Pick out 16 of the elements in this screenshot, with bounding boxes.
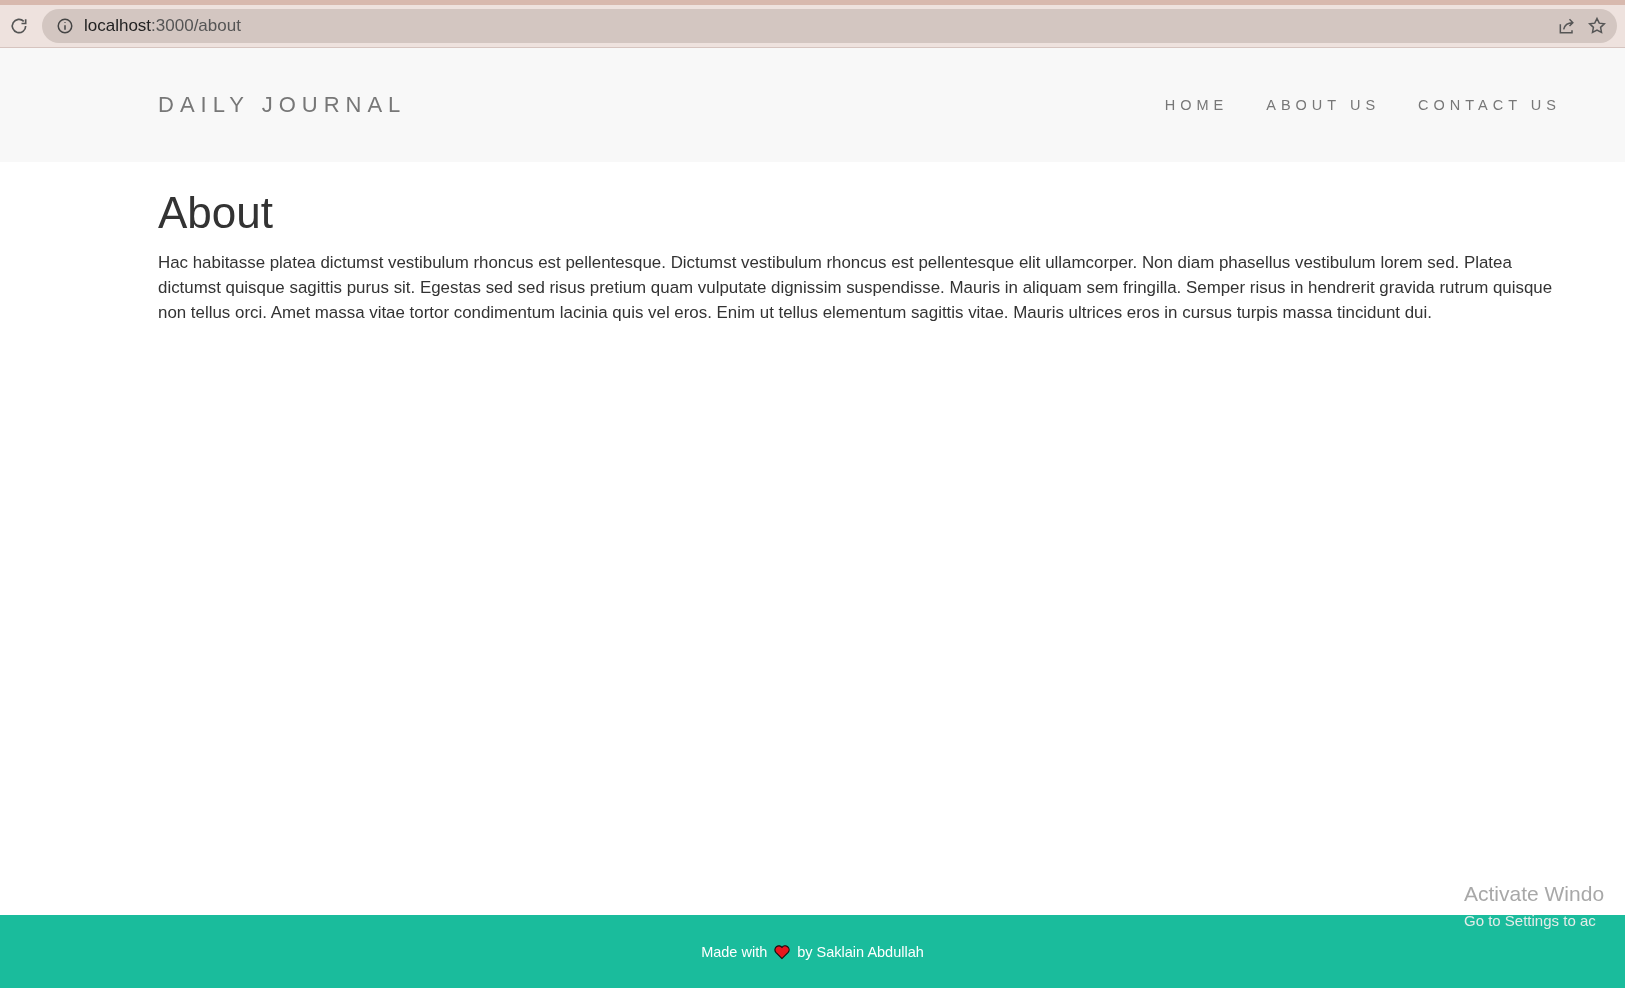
nav-link[interactable]: CONTACT US bbox=[1418, 97, 1561, 113]
footer-text: by Saklain Abdullah bbox=[797, 943, 924, 960]
activation-subtitle: Go to Settings to ac bbox=[1464, 912, 1597, 929]
heart-icon bbox=[773, 943, 792, 960]
nav-link[interactable]: HOME bbox=[1164, 97, 1229, 113]
about-paragraph: Hac habitasse platea dictumst vestibulum rhoncus est pellentesque. Dictumst vestibulum rhoncus est pellentesque elit ullamcorper. Non diam phasellus vestibulum lorem sed. Platea dictumst quisque sagittis purus sit. Egestas sed sed risus pretium quam vulputate dignissim suspendisse. Mauris in aliquam sem fringilla. Semper risus in hendrerit gravida rutrum quisque non tellus orci. Amet massa vitae tortor condimentum lacinia quis vel eros. Enim ut tellus elementum sagittis vitae. Mauris ultrices eros in cursus turpis massa tincidunt dui. bbox=[158, 252, 1554, 324]
star-icon[interactable] bbox=[1587, 16, 1607, 36]
footer-text: Made with bbox=[701, 943, 768, 960]
activation-title: Activate Windo bbox=[1464, 882, 1605, 906]
share-icon[interactable] bbox=[1557, 16, 1577, 36]
nav-link[interactable]: ABOUT US bbox=[1266, 97, 1381, 113]
info-icon[interactable] bbox=[56, 17, 74, 35]
page-heading: About bbox=[158, 188, 274, 238]
address-bar[interactable]: localhost:3000/about bbox=[42, 9, 1617, 43]
site-brand[interactable]: DAILY JOURNAL bbox=[158, 92, 407, 118]
url-text: localhost:3000/about bbox=[84, 16, 241, 36]
